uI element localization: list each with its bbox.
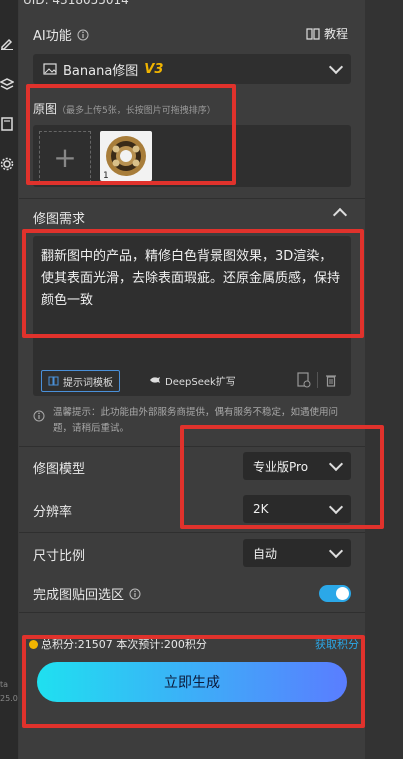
version-tag: V3 <box>144 61 164 77</box>
chevron-down-icon <box>328 499 344 515</box>
gear-icon[interactable] <box>0 157 14 171</box>
divider <box>19 446 365 447</box>
model-dropdown[interactable]: 专业版Pro <box>243 452 351 480</box>
generate-button[interactable]: 立即生成 <box>37 662 347 702</box>
add-image-button[interactable]: + <box>39 131 91 183</box>
thumb-index: 1 <box>103 171 109 181</box>
model-value: 专业版Pro <box>253 459 309 474</box>
uid-text: UID: 4318055014 <box>23 0 129 7</box>
version-text-1: ta <box>0 680 9 689</box>
open-book-icon <box>306 27 320 40</box>
paste-row: 完成图贴回选区 <box>33 584 141 603</box>
original-hint: （最多上传5张，长按图片可拖拽排序） <box>57 106 216 116</box>
image-icon <box>43 63 57 75</box>
requirement-box: 翻新图中的产品，精修白色背景图效果，3D渲染，使其表面光滑，去除表面瑕疵。还原金… <box>33 236 351 396</box>
layers-icon[interactable] <box>0 77 14 91</box>
points-text: 总积分:21507 本次预计:200积分 <box>41 638 207 651</box>
tutorial-label: 教程 <box>324 27 349 41</box>
deepseek-label: DeepSeek扩写 <box>165 376 236 388</box>
chevron-down-icon <box>328 543 344 559</box>
resolution-value: 2K <box>253 502 269 516</box>
tutorial-link[interactable]: 教程 <box>306 25 348 42</box>
get-points-link[interactable]: 获取积分 <box>315 636 359 652</box>
ai-model-name: Banana修图 <box>63 63 139 79</box>
notice-text: 温馨提示：此功能由外部服务商提供，偶有服务不稳定，如遇使用问题，请稍后重试。 <box>53 407 339 434</box>
ratio-value: 自动 <box>253 546 278 561</box>
notice-info-icon <box>33 410 45 422</box>
info-icon[interactable] <box>129 588 141 600</box>
divider <box>19 612 365 613</box>
divider <box>19 198 365 199</box>
version-text-2: 25.0 <box>0 694 18 703</box>
edit-icon[interactable] <box>0 36 14 50</box>
original-title: 原图 <box>33 102 58 116</box>
paste-label: 完成图贴回选区 <box>33 588 125 603</box>
template-icon <box>48 376 59 386</box>
ai-panel: UID: 4318055014 AI功能 教程 Banana修图 V3 原图（最… <box>19 0 365 759</box>
whale-icon <box>150 377 160 383</box>
chevron-up-icon[interactable] <box>332 207 348 223</box>
paste-toggle[interactable] <box>319 585 351 602</box>
chevron-down-icon <box>328 59 344 75</box>
book-icon[interactable] <box>0 117 14 131</box>
requirement-title: 修图需求 <box>33 212 86 227</box>
info-icon[interactable] <box>77 29 89 41</box>
ai-model-select[interactable]: Banana修图 V3 <box>33 54 351 84</box>
resolution-label: 分辨率 <box>33 505 73 520</box>
original-image-area: + 1 <box>33 125 351 187</box>
toggle-knob <box>336 587 349 600</box>
requirement-textarea[interactable]: 翻新图中的产品，精修白色背景图效果，3D渲染，使其表面光滑，去除表面瑕疵。还原金… <box>41 246 341 312</box>
original-header: 原图（最多上传5张，长按图片可拖拽排序） <box>33 100 216 117</box>
prompt-template-label: 提示词模板 <box>63 377 113 389</box>
divider <box>19 532 365 533</box>
history-icon[interactable] <box>297 372 311 388</box>
points-row: 总积分:21507 本次预计:200积分 获取积分 <box>29 636 359 652</box>
ratio-dropdown[interactable]: 自动 <box>243 539 351 567</box>
trash-icon[interactable] <box>325 373 337 387</box>
chevron-down-icon <box>328 456 344 472</box>
left-rail: ta 25.0 <box>0 0 19 759</box>
coin-icon <box>29 639 38 649</box>
deepseek-button[interactable]: DeepSeek扩写 <box>145 370 240 390</box>
divider-vertical <box>317 372 318 388</box>
resolution-dropdown[interactable]: 2K <box>243 495 351 523</box>
prompt-template-button[interactable]: 提示词模板 <box>41 370 120 392</box>
model-label: 修图模型 <box>33 462 86 477</box>
ratio-label: 尺寸比例 <box>33 549 86 564</box>
image-thumbnail[interactable]: 1 <box>100 131 152 181</box>
ai-feature-label: AI功能 <box>33 29 72 44</box>
ai-feature-header: AI功能 <box>33 25 89 44</box>
